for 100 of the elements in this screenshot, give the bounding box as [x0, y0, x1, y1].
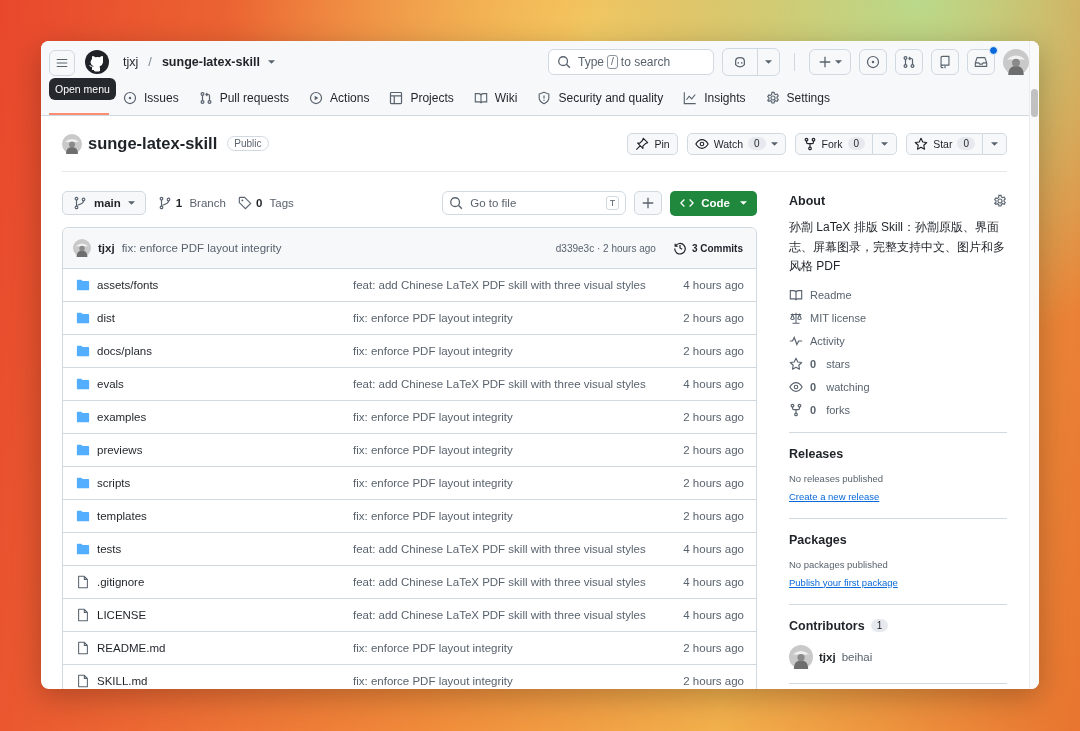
- file-name-link[interactable]: examples: [97, 411, 147, 423]
- keyboard-key: T: [605, 196, 620, 210]
- section-heading: Contributors: [789, 618, 865, 633]
- inbox-button[interactable]: [967, 48, 995, 75]
- file-name-link[interactable]: previews: [97, 444, 143, 456]
- file-name-link[interactable]: LICENSE: [97, 609, 147, 621]
- commit-hash-time: d339e3c · 2 hours ago: [555, 242, 656, 254]
- repository-description: 孙劏 LaTeX 排版 Skill：孙劏原版、界面志、屏幕图录，完整支持中文、图片和多风格 PDF: [789, 219, 1006, 275]
- sidebar-link[interactable]: 0 forks: [789, 401, 1007, 418]
- file-name-link[interactable]: .gitignore: [97, 576, 145, 588]
- file-name-link[interactable]: docs/plans: [97, 345, 152, 357]
- counter: 0: [748, 137, 766, 150]
- file-icon: [76, 575, 90, 589]
- commit-message-link[interactable]: fix: enforce PDF layout integrity: [353, 345, 684, 357]
- star-icon: [914, 136, 929, 151]
- folder-icon: [76, 410, 90, 424]
- branch-selector[interactable]: main: [62, 191, 146, 215]
- folder-icon: [76, 377, 90, 391]
- octocat-logo-icon[interactable]: [85, 49, 109, 74]
- book-icon: [789, 287, 803, 302]
- commit-message[interactable]: fix: enforce PDF layout integrity: [121, 242, 282, 254]
- code-button[interactable]: Code: [670, 190, 757, 216]
- file-name-link[interactable]: README.md: [97, 642, 166, 654]
- plus-icon: [641, 196, 656, 210]
- repositories-button[interactable]: [931, 48, 959, 75]
- folder-icon: [76, 476, 90, 490]
- commit-message-link[interactable]: fix: enforce PDF layout integrity: [353, 477, 684, 489]
- owner-link[interactable]: tjxj: [123, 54, 139, 69]
- user-avatar-button[interactable]: [1003, 48, 1029, 75]
- menu-button[interactable]: [49, 49, 75, 76]
- commit-message-link[interactable]: feat: add Chinese LaTeX PDF skill with three visual styles: [353, 279, 684, 291]
- avatar-icon: [1003, 48, 1029, 75]
- commit-time: 2 hours ago: [683, 312, 744, 324]
- tab[interactable]: Settings: [759, 82, 836, 115]
- section-heading: Packages: [789, 532, 848, 547]
- dropdown-button[interactable]: [873, 132, 898, 155]
- commit-message-link[interactable]: feat: add Chinese LaTeX PDF skill with three visual styles: [353, 378, 684, 390]
- issue-icon: [866, 54, 880, 69]
- commit-message-link[interactable]: fix: enforce PDF layout integrity: [353, 312, 684, 324]
- go-to-file-field[interactable]: Go to file T: [442, 191, 627, 215]
- sidebar-link[interactable]: Activity: [789, 332, 1007, 349]
- add-file-button[interactable]: [634, 191, 663, 215]
- book-icon: [473, 90, 488, 105]
- pin-button[interactable]: Pin: [627, 132, 678, 155]
- search-field[interactable]: Type / to search: [548, 48, 714, 75]
- tab[interactable]: Projects: [383, 82, 460, 115]
- pull-request-icon: [198, 90, 213, 105]
- file-icon: [76, 674, 90, 688]
- commit-message-link[interactable]: fix: enforce PDF layout integrity: [353, 444, 684, 456]
- commit-message-link[interactable]: fix: enforce PDF layout integrity: [353, 411, 684, 423]
- commit-author[interactable]: tjxj: [98, 242, 115, 254]
- eye-icon: [789, 379, 803, 394]
- commits-link[interactable]: 3 Commits: [672, 241, 743, 255]
- dropdown-button[interactable]: [983, 132, 1007, 155]
- tab[interactable]: Insights: [677, 82, 752, 115]
- file-name-link[interactable]: assets/fonts: [97, 279, 159, 291]
- issues-button[interactable]: [859, 48, 887, 75]
- tab[interactable]: Security and quality: [531, 82, 670, 115]
- play-icon: [309, 90, 324, 105]
- tab[interactable]: Pull requests: [192, 82, 296, 115]
- shield-icon: [537, 90, 552, 105]
- tab[interactable]: Wiki: [467, 82, 524, 115]
- branches-link[interactable]: 1 Branch: [157, 196, 226, 210]
- tab[interactable]: Issues: [117, 82, 185, 115]
- publish-package-link[interactable]: Publish your first package: [789, 576, 898, 588]
- commit-message-link[interactable]: feat: add Chinese LaTeX PDF skill with three visual styles: [353, 576, 684, 588]
- file-name-link[interactable]: scripts: [97, 477, 131, 489]
- sidebar-link[interactable]: 0 watching: [789, 378, 1007, 395]
- star-button[interactable]: Star 0: [906, 132, 983, 155]
- contributor-login[interactable]: tjxj: [819, 650, 836, 663]
- commit-message-link[interactable]: feat: add Chinese LaTeX PDF skill with three visual styles: [353, 609, 684, 621]
- commit-message-link[interactable]: fix: enforce PDF layout integrity: [353, 510, 684, 522]
- file-name-link[interactable]: tests: [97, 543, 122, 555]
- pull-requests-button[interactable]: [895, 48, 923, 75]
- repository-link[interactable]: sunge-latex-skill: [161, 54, 260, 69]
- create-button[interactable]: [809, 48, 851, 75]
- tags-link[interactable]: 0 Tags: [237, 196, 294, 210]
- file-name-link[interactable]: SKILL.md: [97, 675, 148, 687]
- fork-button[interactable]: Fork 0: [794, 132, 874, 155]
- sidebar-link[interactable]: MIT license: [789, 309, 1007, 326]
- file-name-link[interactable]: dist: [97, 312, 115, 324]
- file-icon: [76, 641, 90, 655]
- commit-time: 4 hours ago: [683, 576, 744, 588]
- file-name-link[interactable]: templates: [97, 510, 147, 522]
- commit-message-link[interactable]: feat: add Chinese LaTeX PDF skill with three visual styles: [353, 543, 684, 555]
- commit-time: 4 hours ago: [683, 543, 744, 555]
- create-release-link[interactable]: Create a new release: [789, 490, 880, 502]
- section-heading: Releases: [789, 446, 845, 461]
- commit-message-link[interactable]: fix: enforce PDF layout integrity: [353, 642, 684, 654]
- counter: 1: [870, 619, 889, 632]
- watch-button[interactable]: Watch 0: [686, 132, 786, 155]
- commit-message-link[interactable]: fix: enforce PDF layout integrity: [353, 675, 684, 687]
- commit-time: 2 hours ago: [683, 642, 744, 654]
- branch-icon: [73, 196, 87, 210]
- search-icon: [557, 54, 571, 69]
- file-name-link[interactable]: evals: [97, 378, 124, 390]
- scrollbar[interactable]: [1029, 41, 1039, 689]
- sidebar-link[interactable]: 0 stars: [789, 355, 1007, 372]
- tab[interactable]: Actions: [303, 82, 376, 115]
- sidebar-link[interactable]: Readme: [789, 286, 1007, 303]
